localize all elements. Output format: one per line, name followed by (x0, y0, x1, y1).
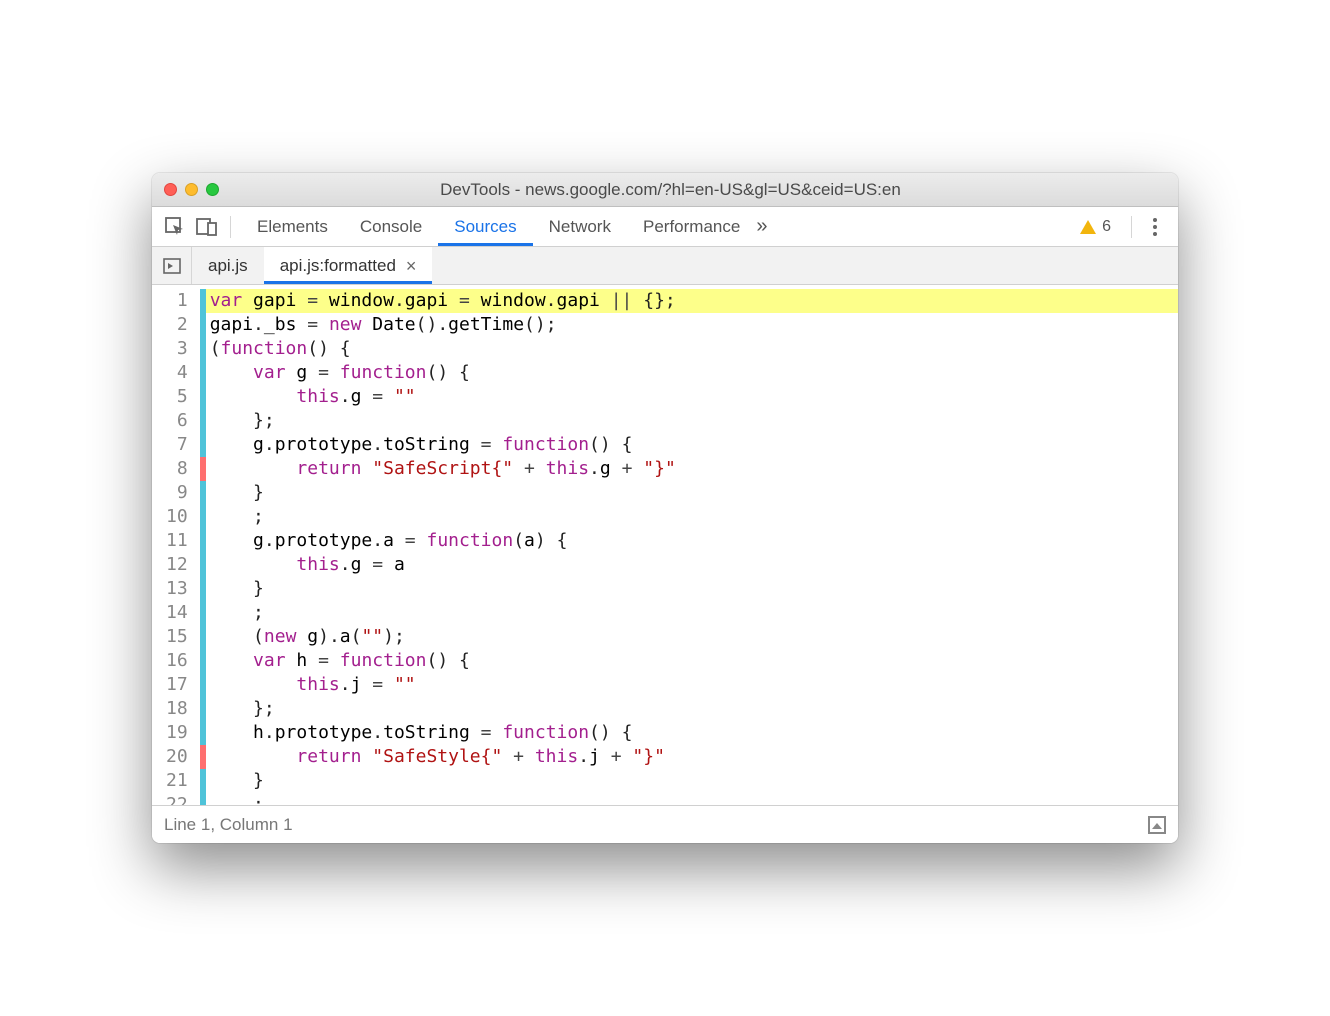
code-line[interactable]: ; (206, 601, 1178, 625)
code-line[interactable]: g.prototype.a = function(a) { (206, 529, 1178, 553)
code-content[interactable]: var gapi = window.gapi = window.gapi || … (206, 285, 1178, 805)
code-line[interactable]: g.prototype.toString = function() { (206, 433, 1178, 457)
line-number[interactable]: 3 (152, 337, 200, 361)
code-line[interactable]: (new g).a(""); (206, 625, 1178, 649)
code-line[interactable]: ; (206, 793, 1178, 805)
panel-tabs: Elements Console Sources Network Perform… (241, 207, 756, 246)
line-number[interactable]: 4 (152, 361, 200, 385)
line-number[interactable]: 10 (152, 505, 200, 529)
code-line[interactable]: (function() { (206, 337, 1178, 361)
tab-elements[interactable]: Elements (241, 207, 344, 246)
inspect-element-icon[interactable] (162, 214, 188, 240)
code-line[interactable]: return "SafeStyle{" + this.j + "}" (206, 745, 1178, 769)
tab-console[interactable]: Console (344, 207, 438, 246)
code-line[interactable]: var h = function() { (206, 649, 1178, 673)
warning-icon (1080, 220, 1096, 234)
window-title: DevTools - news.google.com/?hl=en-US&gl=… (175, 180, 1166, 200)
line-number[interactable]: 14 (152, 601, 200, 625)
warning-count: 6 (1102, 218, 1111, 236)
line-number[interactable]: 2 (152, 313, 200, 337)
code-line[interactable]: return "SafeScript{" + this.g + "}" (206, 457, 1178, 481)
warnings-indicator[interactable]: 6 (1080, 218, 1111, 236)
line-number[interactable]: 18 (152, 697, 200, 721)
editor-tab-label: api.js (208, 256, 248, 276)
tab-sources[interactable]: Sources (438, 207, 532, 246)
line-number[interactable]: 11 (152, 529, 200, 553)
main-toolbar: Elements Console Sources Network Perform… (152, 207, 1178, 247)
code-line[interactable]: this.g = "" (206, 385, 1178, 409)
code-line[interactable]: var gapi = window.gapi = window.gapi || … (206, 289, 1178, 313)
editor-tabbar: api.js api.js:formatted × (152, 247, 1178, 285)
line-number[interactable]: 12 (152, 553, 200, 577)
line-number[interactable]: 7 (152, 433, 200, 457)
line-number[interactable]: 13 (152, 577, 200, 601)
code-line[interactable]: h.prototype.toString = function() { (206, 721, 1178, 745)
editor-tab-apijs-formatted[interactable]: api.js:formatted × (264, 247, 433, 284)
code-line[interactable]: } (206, 769, 1178, 793)
code-line[interactable]: } (206, 577, 1178, 601)
code-line[interactable]: this.g = a (206, 553, 1178, 577)
line-number[interactable]: 17 (152, 673, 200, 697)
line-number[interactable]: 8 (152, 457, 200, 481)
line-number[interactable]: 20 (152, 745, 200, 769)
line-number[interactable]: 6 (152, 409, 200, 433)
window-titlebar: DevTools - news.google.com/?hl=en-US&gl=… (152, 173, 1178, 207)
tab-performance[interactable]: Performance (627, 207, 756, 246)
device-toolbar-icon[interactable] (194, 214, 220, 240)
status-bar: Line 1, Column 1 (152, 805, 1178, 843)
line-number[interactable]: 1 (152, 289, 200, 313)
code-line[interactable]: }; (206, 409, 1178, 433)
devtools-window: DevTools - news.google.com/?hl=en-US&gl=… (152, 173, 1178, 843)
line-number[interactable]: 5 (152, 385, 200, 409)
close-icon[interactable]: × (406, 257, 417, 275)
toolbar-divider (230, 216, 231, 238)
line-number[interactable]: 15 (152, 625, 200, 649)
tab-network[interactable]: Network (533, 207, 627, 246)
line-number[interactable]: 9 (152, 481, 200, 505)
line-number[interactable]: 22 (152, 793, 200, 805)
more-tabs-icon[interactable]: » (756, 215, 761, 238)
code-line[interactable]: gapi._bs = new Date().getTime(); (206, 313, 1178, 337)
code-line[interactable]: var g = function() { (206, 361, 1178, 385)
line-number-gutter[interactable]: 12345678910111213141516171819202122 (152, 285, 200, 805)
code-line[interactable]: } (206, 481, 1178, 505)
source-editor[interactable]: 12345678910111213141516171819202122 var … (152, 285, 1178, 805)
code-line[interactable]: this.j = "" (206, 673, 1178, 697)
line-number[interactable]: 19 (152, 721, 200, 745)
toolbar-divider (1131, 216, 1132, 238)
code-line[interactable]: ; (206, 505, 1178, 529)
show-drawer-icon[interactable] (1148, 816, 1166, 834)
line-number[interactable]: 16 (152, 649, 200, 673)
cursor-position: Line 1, Column 1 (164, 815, 293, 835)
editor-tab-apijs[interactable]: api.js (192, 247, 264, 284)
code-line[interactable]: }; (206, 697, 1178, 721)
line-number[interactable]: 21 (152, 769, 200, 793)
settings-menu-icon[interactable] (1142, 218, 1168, 236)
editor-tab-label: api.js:formatted (280, 256, 396, 276)
navigator-toggle-icon[interactable] (152, 247, 192, 284)
